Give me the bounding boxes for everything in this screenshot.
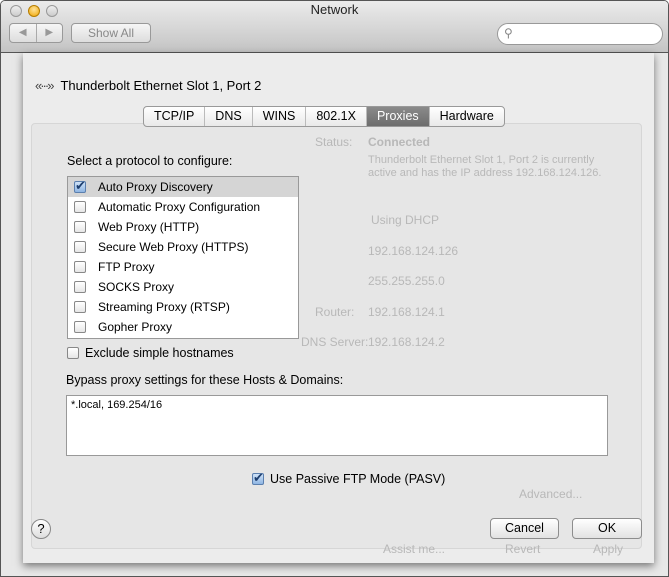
bg-dns-value: 192.168.124.2	[368, 335, 445, 349]
checkbox[interactable]	[74, 321, 86, 333]
cancel-button[interactable]: Cancel	[490, 518, 559, 539]
bypass-label: Bypass proxy settings for these Hosts & …	[66, 373, 344, 387]
protocol-item-web-proxy[interactable]: Web Proxy (HTTP)	[68, 217, 298, 237]
bg-status-label: Status:	[315, 135, 353, 149]
protocol-label: FTP Proxy	[98, 260, 155, 274]
protocol-label: Gopher Proxy	[98, 320, 173, 334]
tab-dns[interactable]: DNS	[205, 107, 253, 126]
passive-ftp-checkbox[interactable]: Use Passive FTP Mode (PASV)	[252, 470, 446, 486]
protocol-label: SOCKS Proxy	[98, 280, 175, 294]
protocol-label: Web Proxy (HTTP)	[98, 220, 200, 234]
magnifier-icon: ⚲	[504, 26, 513, 40]
back-forward-control[interactable]: ◀ ▶	[9, 23, 63, 43]
protocol-item-ftp-proxy[interactable]: FTP Proxy	[68, 257, 298, 277]
protocol-item-automatic-proxy-configuration[interactable]: Automatic Proxy Configuration	[68, 197, 298, 217]
protocol-item-gopher-proxy[interactable]: Gopher Proxy	[68, 317, 298, 337]
protocol-item-auto-proxy-discovery[interactable]: Auto Proxy Discovery	[68, 177, 298, 197]
bg-revert-button: Revert	[505, 542, 541, 556]
bypass-hosts-input[interactable]	[66, 395, 608, 456]
bg-apply-button: Apply	[593, 542, 624, 556]
bg-assist-button: Assist me...	[383, 542, 446, 556]
checkbox[interactable]	[74, 301, 86, 313]
window-title: Network	[310, 2, 359, 17]
checkbox-label: Exclude simple hostnames	[85, 346, 234, 360]
title-bar: Network ◀ ▶ Show All ⚲	[1, 1, 668, 53]
ok-button[interactable]: OK	[572, 518, 642, 539]
checkbox[interactable]	[74, 201, 86, 213]
forward-icon[interactable]: ▶	[37, 24, 63, 42]
tab-wins[interactable]: WINS	[253, 107, 307, 126]
tab-8021x[interactable]: 802.1X	[306, 107, 367, 126]
bg-configure-value: Using DHCP	[371, 213, 440, 227]
tab-hardware[interactable]: Hardware	[430, 107, 504, 126]
tab-tcpip[interactable]: TCP/IP	[144, 107, 206, 126]
bg-description: Thunderbolt Ethernet Slot 1, Port 2 is c…	[368, 154, 602, 179]
protocol-prompt: Select a protocol to configure:	[67, 154, 233, 168]
exclude-simple-hostnames-checkbox[interactable]: Exclude simple hostnames	[67, 346, 234, 360]
back-icon[interactable]: ◀	[10, 24, 37, 42]
protocol-item-streaming-proxy[interactable]: Streaming Proxy (RTSP)	[68, 297, 298, 317]
checkbox[interactable]	[74, 178, 86, 194]
bg-router-label: Router:	[315, 305, 355, 319]
protocol-list[interactable]: Auto Proxy Discovery Automatic Proxy Con…	[67, 176, 299, 339]
bg-status-value: Connected	[368, 135, 431, 149]
service-header: «···» Thunderbolt Ethernet Slot 1, Port …	[35, 78, 261, 93]
protocol-item-secure-web-proxy[interactable]: Secure Web Proxy (HTTPS)	[68, 237, 298, 257]
checkbox[interactable]	[74, 281, 86, 293]
checkbox-label: Use Passive FTP Mode (PASV)	[270, 472, 446, 486]
protocol-label: Auto Proxy Discovery	[98, 180, 213, 194]
protocol-label: Automatic Proxy Configuration	[98, 200, 261, 214]
protocol-label: Streaming Proxy (RTSP)	[98, 300, 230, 314]
protocol-item-socks-proxy[interactable]: SOCKS Proxy	[68, 277, 298, 297]
show-all-button[interactable]: Show All	[71, 23, 151, 43]
network-window: Network ◀ ▶ Show All ⚲ «···» Thunderbolt …	[0, 0, 669, 577]
checkbox[interactable]	[74, 221, 86, 233]
ethernet-icon: «···»	[35, 78, 55, 93]
service-name: Thunderbolt Ethernet Slot 1, Port 2	[60, 78, 262, 93]
checkbox[interactable]	[74, 241, 86, 253]
protocol-label: Secure Web Proxy (HTTPS)	[98, 240, 249, 254]
checkbox[interactable]	[74, 261, 86, 273]
bg-router-value: 192.168.124.1	[368, 305, 445, 319]
search-field[interactable]: ⚲	[497, 23, 663, 45]
bg-advanced-button: Advanced...	[519, 487, 583, 501]
checkbox[interactable]	[252, 470, 264, 486]
tab-proxies[interactable]: Proxies	[366, 107, 430, 126]
bg-dns-label: DNS Server:	[301, 335, 369, 349]
bg-ip-value: 192.168.124.126	[368, 244, 459, 258]
tab-bar: TCP/IP DNS WINS 802.1X Proxies Hardware	[143, 106, 505, 127]
bg-subnet-value: 255.255.255.0	[368, 274, 445, 288]
checkbox[interactable]	[67, 347, 79, 359]
help-button[interactable]: ?	[31, 519, 51, 539]
